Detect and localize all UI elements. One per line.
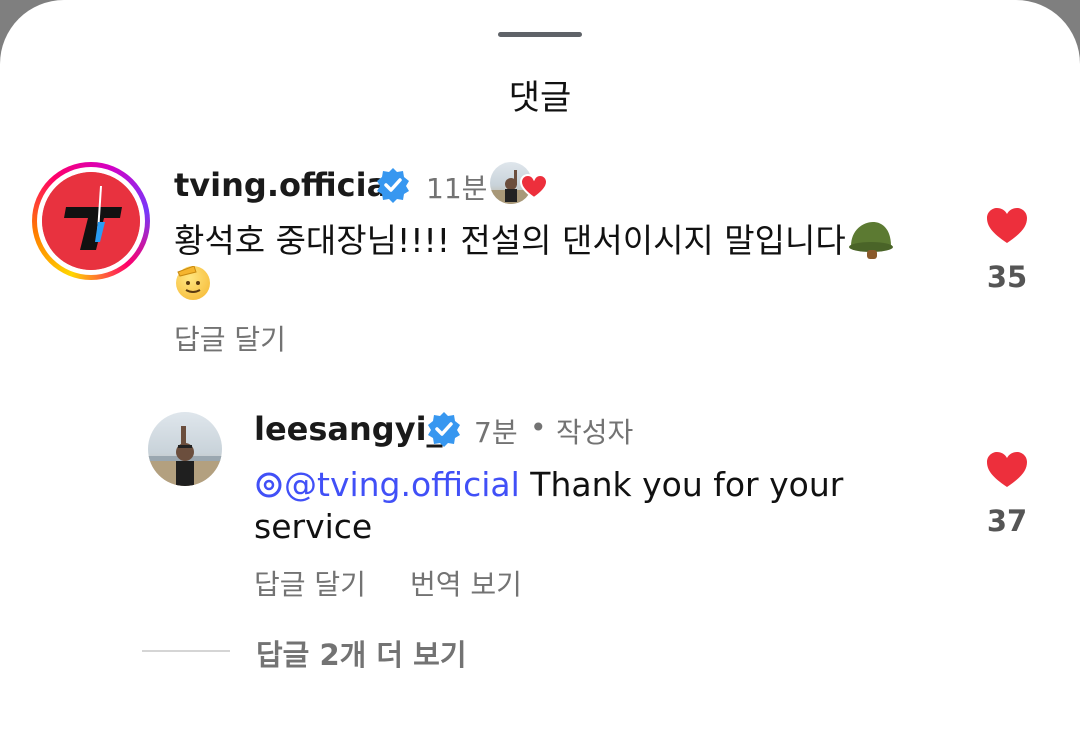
comments-sheet: 댓글 tving.official 11분 황석호 중대장님!!!! 전설의 댄 bbox=[0, 0, 1080, 740]
reply-time: 7분 bbox=[474, 416, 518, 449]
sheet-title: 댓글 bbox=[508, 78, 572, 118]
meta-separator: • bbox=[530, 411, 547, 444]
like-heart-icon[interactable] bbox=[986, 451, 1028, 489]
reply-text: @tving.official Thank you for your servi… bbox=[254, 464, 934, 548]
creator-heart-icon bbox=[520, 174, 548, 200]
comment-username[interactable]: tving.official bbox=[174, 166, 399, 204]
reply-button[interactable]: 답글 달기 bbox=[174, 318, 286, 358]
military-helmet-emoji bbox=[849, 222, 893, 259]
saluting-face-emoji bbox=[176, 265, 210, 300]
tving-logo bbox=[42, 172, 140, 270]
translate-button[interactable]: 번역 보기 bbox=[410, 563, 522, 603]
verified-badge-icon bbox=[428, 412, 460, 447]
like-heart-icon[interactable] bbox=[986, 207, 1028, 245]
verified-badge-icon bbox=[377, 168, 409, 203]
comment-time: 11분 bbox=[426, 172, 488, 205]
like-count: 37 bbox=[986, 504, 1028, 538]
reply-body-line2: service bbox=[254, 507, 373, 546]
comment-body: 황석호 중대장님!!!! 전설의 댄서이시지 말입니다 bbox=[174, 221, 846, 260]
like-count: 35 bbox=[986, 260, 1028, 294]
view-more-replies-button[interactable]: 답글 2개 더 보기 bbox=[256, 632, 467, 674]
replies-divider bbox=[142, 650, 230, 652]
reply-body-line1: Thank you for your bbox=[530, 465, 844, 504]
tving-avatar[interactable] bbox=[32, 162, 150, 280]
reply-avatar[interactable] bbox=[148, 412, 222, 486]
author-tag: 작성자 bbox=[556, 416, 634, 449]
threads-icon bbox=[256, 472, 282, 498]
drag-handle[interactable] bbox=[498, 32, 582, 37]
comment-text: 황석호 중대장님!!!! 전설의 댄서이시지 말입니다 bbox=[174, 220, 894, 262]
reply-button[interactable]: 답글 달기 bbox=[254, 563, 366, 603]
mention-link[interactable]: @tving.official bbox=[254, 465, 530, 504]
reply-username[interactable]: leesangyi_ bbox=[254, 410, 443, 448]
